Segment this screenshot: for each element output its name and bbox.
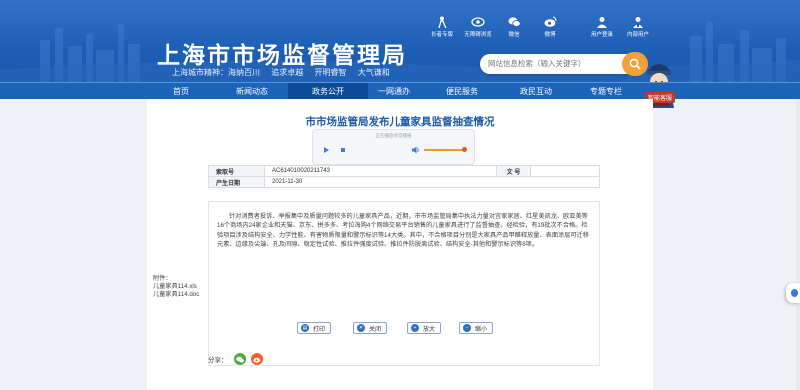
spirit-3: 开明睿智 <box>314 68 347 77</box>
elderly-icon <box>438 16 447 28</box>
main-nav: 首页 新闻动态 政务公开 一网通办 便民服务 政民互动 专题专栏 <box>0 82 800 100</box>
print-label: 打印 <box>313 326 326 333</box>
site-title[interactable]: 上海市市场监督管理局 <box>157 36 407 70</box>
meta-row-index: 索取号 AC614010020211743 文 号 <box>208 165 600 177</box>
nav-special-topics[interactable]: 专题专栏 <box>566 83 646 100</box>
index-label: 索取号 <box>208 165 265 177</box>
nav-home[interactable]: 首页 <box>141 83 221 100</box>
wechat-icon <box>508 17 521 27</box>
accessibility-label: 无障碍浏览 <box>464 32 492 38</box>
audio-player: 正在播放语音播报 <box>312 129 475 165</box>
volume-slider-handle[interactable] <box>462 147 467 152</box>
internal-user-label: 内部用户 <box>626 32 649 38</box>
nav-news[interactable]: 新闻动态 <box>212 83 292 100</box>
doc-number-label: 文 号 <box>496 165 531 177</box>
floating-side-widget[interactable] <box>786 283 800 303</box>
elderly-mode-link[interactable]: 长者专版 <box>424 16 460 38</box>
meta-row-date: 产生日期 2021-11-30 <box>208 176 600 188</box>
nav-interaction[interactable]: 政民互动 <box>496 83 576 100</box>
zoom-in-button[interactable]: + 放大 <box>407 322 442 334</box>
play-icon[interactable] <box>324 147 329 153</box>
share-label: 分享： <box>208 357 228 364</box>
side-widget-icon <box>791 289 798 297</box>
print-button[interactable]: ▤ 打印 <box>297 322 332 334</box>
accessibility-link[interactable]: 无障碍浏览 <box>460 16 496 38</box>
accessibility-eye-icon <box>471 17 485 27</box>
zoom-out-icon: − <box>463 324 471 332</box>
spirit-1: 上海城市精神：海纳百川 <box>172 68 260 77</box>
volume-slider-track[interactable] <box>424 149 464 151</box>
zoom-in-label: 放大 <box>423 326 436 333</box>
share-bar: 分享： <box>208 353 263 365</box>
volume-icon[interactable] <box>412 146 420 154</box>
wechat-link[interactable]: 微信 <box>496 16 532 38</box>
share-wechat-button[interactable] <box>233 353 246 365</box>
nav-convenience-service[interactable]: 便民服务 <box>422 83 502 100</box>
date-label: 产生日期 <box>208 176 265 188</box>
weibo-share-icon <box>252 357 260 363</box>
internal-user-link[interactable]: 内部用户 <box>620 16 656 38</box>
close-button[interactable]: ✕ 关闭 <box>353 322 388 334</box>
elderly-label: 长者专版 <box>430 32 453 38</box>
weibo-link[interactable]: 微博 <box>532 16 568 38</box>
doc-number-value <box>530 165 600 177</box>
zoom-out-label: 缩小 <box>475 326 488 333</box>
article-panel: 市市场监管局发布儿童家具监督抽查情况 正在播放语音播报 索取号 AC614010… <box>147 99 653 390</box>
weibo-icon <box>544 16 557 27</box>
article-body-box: 针对消费者投诉、举报集中及质量问题较多的儿童家具产品，近期，市市场监管局集中执法… <box>208 201 600 366</box>
user-login-icon <box>597 17 607 28</box>
date-value: 2021-11-30 <box>264 176 600 188</box>
article-title: 市市场监管局发布儿童家具监督抽查情况 <box>305 116 495 128</box>
player-label: 正在播放语音播报 <box>375 133 412 138</box>
print-icon: ▤ <box>301 324 309 332</box>
index-value: AC614010020211743 <box>264 165 497 177</box>
share-weibo-button[interactable] <box>250 353 263 365</box>
search-input[interactable] <box>488 59 618 68</box>
zoom-out-button[interactable]: − 缩小 <box>459 322 494 334</box>
city-spirit-slogan: 上海城市精神：海纳百川 追求卓越 开明睿智 大气谦和 <box>172 67 399 78</box>
attachments-label: 附件： <box>153 275 172 282</box>
weibo-label: 微博 <box>544 32 556 38</box>
close-icon: ✕ <box>357 324 365 332</box>
spirit-4: 大气谦和 <box>357 68 390 77</box>
article-meta-table: 索取号 AC614010020211743 文 号 产生日期 2021-11-3… <box>208 165 600 188</box>
zoom-in-icon: + <box>411 324 419 332</box>
article-body-text: 针对消费者投诉、举报集中及质量问题较多的儿童家具产品，近期，市市场监管局集中执法… <box>217 213 589 248</box>
toolbar-gap <box>568 16 584 38</box>
wechat-label: 微信 <box>508 32 520 38</box>
user-login-link[interactable]: 用户登录 <box>584 16 620 38</box>
attachments: 附件： 儿童家具114.xls 儿童家具114.doc <box>153 275 199 299</box>
attachment-link-xls[interactable]: 儿童家具114.xls <box>153 283 199 291</box>
close-label: 关闭 <box>369 326 382 333</box>
spirit-2: 追求卓越 <box>271 68 304 77</box>
user-login-label: 用户登录 <box>590 32 613 38</box>
top-toolbar: 长者专版 无障碍浏览 微信 微博 用户登录 内部用户 <box>424 16 656 38</box>
attachment-link-doc[interactable]: 儿童家具114.doc <box>153 291 199 299</box>
stop-icon[interactable] <box>341 148 345 152</box>
search-box <box>480 52 648 76</box>
internal-user-icon <box>633 17 643 28</box>
page-scrollbar[interactable] <box>796 99 800 390</box>
wechat-share-icon <box>235 356 244 362</box>
